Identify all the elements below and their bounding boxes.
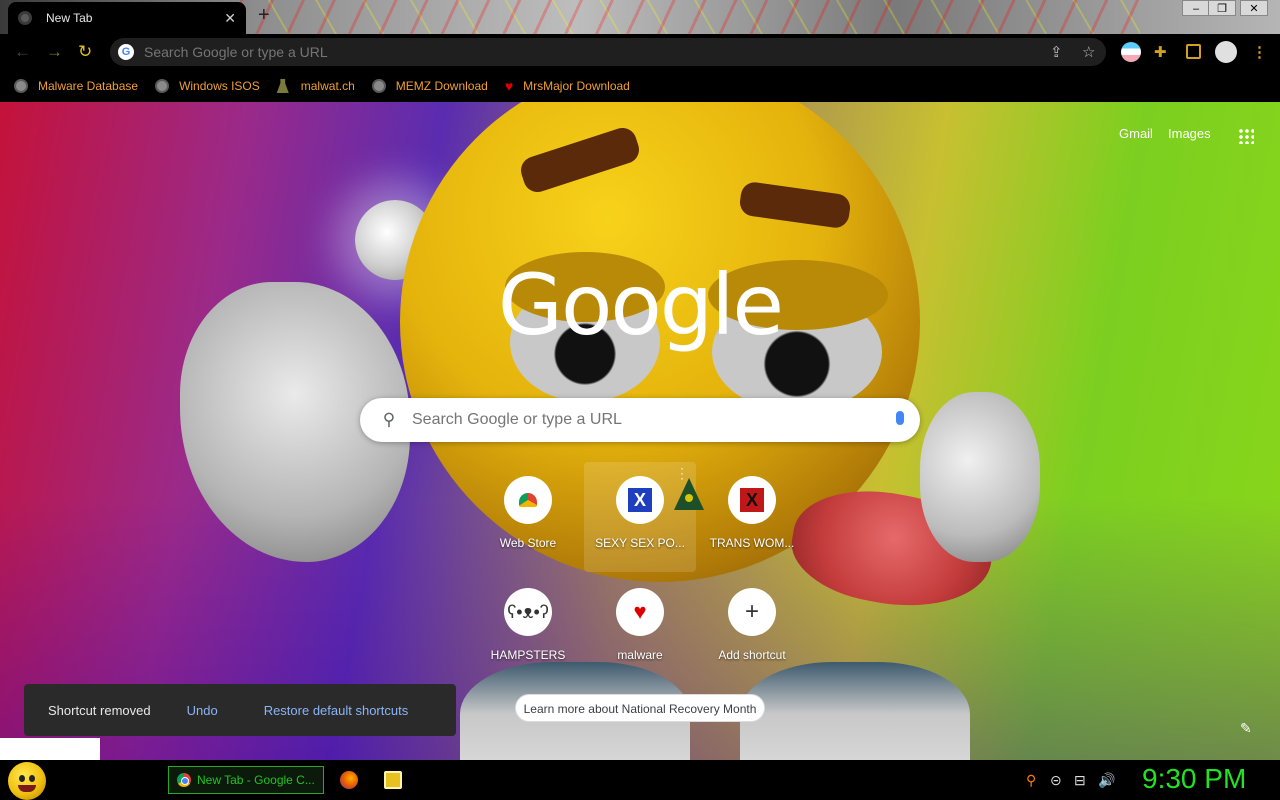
x-red-icon: X — [740, 488, 764, 512]
network-tray-icon[interactable]: ⊟ — [1074, 772, 1086, 789]
bookmark-label: MEMZ Download — [395, 79, 488, 93]
restore-default-shortcuts-button[interactable]: Restore default shortcuts — [264, 703, 409, 718]
shortcut-more-options-icon[interactable]: · · · — [680, 462, 684, 484]
apps-grid-icon[interactable] — [1238, 128, 1254, 144]
tab-close-icon[interactable]: ✕ — [224, 10, 236, 27]
maximize-button[interactable]: ❐ — [1208, 0, 1236, 16]
x-icon: X — [616, 476, 664, 524]
bookmark-windows-isos[interactable]: Windows ISOS — [155, 79, 260, 93]
search-input[interactable] — [410, 410, 880, 430]
x-video-icon: X — [628, 488, 652, 512]
new-tab-page: Gmail Images Google ⚲ Web Store ··· X SE… — [0, 102, 1280, 760]
shortcut-label: malware — [617, 648, 663, 662]
bookmark-malwatch[interactable]: malwat.ch — [276, 79, 355, 93]
heart-icon: ♥ — [504, 78, 514, 94]
menu-kebab-icon[interactable]: ⋮ — [1252, 43, 1267, 61]
extensions-puzzle-icon[interactable]: ✚ — [1154, 43, 1167, 61]
customize-pencil-icon[interactable]: ✎ — [1240, 720, 1252, 737]
bookmark-label: Malware Database — [38, 79, 139, 93]
start-button-smiley-icon[interactable] — [8, 762, 46, 800]
globe-icon — [371, 79, 386, 93]
globe-icon — [155, 79, 170, 93]
bookmark-label: Windows ISOS — [179, 79, 260, 93]
heart-icon: ♥ — [616, 588, 664, 636]
taskbar-task-label: New Tab - Google C... — [197, 773, 315, 787]
bookmark-label: MrsMajor Download — [523, 79, 630, 93]
shortcut-hampsters[interactable]: ʕ•ᴥ•ʔ HAMPSTERS — [472, 588, 584, 662]
shortcut-label: HAMPSTERS — [490, 648, 566, 662]
search-box[interactable]: ⚲ — [360, 398, 920, 442]
white-block — [0, 738, 100, 760]
bookmark-memz-download[interactable]: MEMZ Download — [371, 79, 488, 93]
google-logo: Google — [497, 256, 784, 354]
taskbar: New Tab - Google C... ⚲ ⊝ ⊟ 🔊 9:30 PM — [0, 760, 1280, 800]
bookmark-star-icon[interactable]: ☆ — [1082, 43, 1095, 61]
file-explorer-icon[interactable] — [384, 771, 402, 789]
search-icon: ⚲ — [382, 410, 396, 429]
shortcut-sexy-sex-po[interactable]: · · · X SEXY SEX PO... — [584, 462, 696, 572]
shortcut-label: TRANS WOM... — [709, 536, 795, 550]
minimize-button[interactable]: – — [1182, 0, 1210, 16]
bookmark-malware-database[interactable]: Malware Database — [14, 79, 138, 93]
taskbar-clock[interactable]: 9:30 PM — [1142, 763, 1246, 795]
chrome-web-store-icon — [504, 476, 552, 524]
images-link[interactable]: Images — [1168, 126, 1211, 141]
background-arm-right — [920, 392, 1040, 562]
plus-icon: + — [728, 588, 776, 636]
tab-favicon-icon — [18, 11, 32, 25]
shortcut-trans-wom[interactable]: X TRANS WOM... — [696, 476, 808, 550]
tab-new-tab[interactable]: New Tab ✕ — [8, 2, 246, 34]
bookmark-mrsmajor-download[interactable]: ♥ MrsMajor Download — [505, 78, 630, 94]
trans-flag-extension-icon[interactable] — [1121, 42, 1141, 62]
add-shortcut-button[interactable]: + Add shortcut — [696, 588, 808, 662]
reload-icon[interactable]: ↻ — [78, 42, 92, 62]
hamster-icon: ʕ•ᴥ•ʔ — [504, 588, 552, 636]
bookmark-label: malwat.ch — [300, 79, 355, 93]
undo-button[interactable]: Undo — [187, 703, 218, 718]
browser-toolbar: ← → ↻ G ⇪ ☆ ✚ ⋮ — [0, 34, 1280, 70]
person-icon — [276, 79, 289, 93]
omnibox-input[interactable] — [142, 43, 1106, 61]
shortcut-label: Web Store — [499, 536, 557, 550]
search-tray-icon[interactable]: ⚲ — [1026, 772, 1036, 789]
gmail-link[interactable]: Gmail — [1119, 126, 1153, 141]
forward-arrow-icon[interactable]: → — [46, 42, 63, 62]
omnibox[interactable]: G — [110, 38, 1106, 66]
globe-icon — [14, 79, 28, 93]
google-g-icon: G — [118, 44, 134, 60]
profile-avatar-icon[interactable] — [1215, 41, 1237, 63]
back-arrow-icon[interactable]: ← — [14, 42, 31, 62]
firefox-icon[interactable] — [340, 771, 358, 789]
background-shoe-right — [740, 662, 970, 760]
shortcut-removed-toast: Shortcut removed Undo Restore default sh… — [24, 684, 456, 736]
shortcut-label: Add shortcut — [718, 648, 786, 662]
taskbar-chrome-window[interactable]: New Tab - Google C... — [168, 766, 324, 794]
promo-link[interactable]: Learn more about National Recovery Month — [515, 694, 765, 722]
title-bar: New Tab ✕ + – ❐ ✕ — [0, 0, 1280, 34]
bookmarks-bar: Malware Database Windows ISOS malwat.ch … — [0, 70, 1280, 102]
chrome-icon — [177, 773, 191, 787]
close-window-button[interactable]: ✕ — [1240, 0, 1268, 16]
x-icon: X — [728, 476, 776, 524]
toast-message: Shortcut removed — [48, 702, 151, 718]
voice-search-mic-icon[interactable] — [880, 410, 920, 430]
new-tab-button[interactable]: + — [258, 4, 270, 27]
tab-title: New Tab — [46, 11, 93, 25]
titlebar-wallpaper — [240, 0, 1140, 34]
shortcut-web-store[interactable]: Web Store — [472, 476, 584, 550]
ime-tray-icon[interactable]: ⊝ — [1050, 772, 1062, 789]
side-panel-icon[interactable] — [1186, 44, 1201, 59]
volume-tray-icon[interactable]: 🔊 — [1098, 772, 1115, 789]
shortcut-label: SEXY SEX PO... — [595, 536, 685, 550]
shortcut-malware[interactable]: ♥ malware — [584, 588, 696, 662]
share-icon[interactable]: ⇪ — [1050, 43, 1063, 61]
